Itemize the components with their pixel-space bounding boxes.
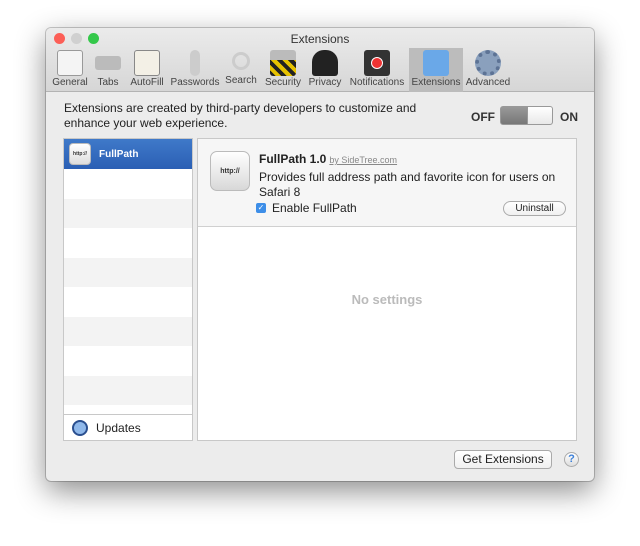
tab-tabs[interactable]: Tabs [93,48,123,92]
list-item[interactable]: http:// FullPath [64,139,192,169]
extension-title: FullPath 1.0 by SideTree.com [259,152,398,166]
tab-advanced[interactable]: Advanced [465,48,511,92]
tab-label: Notifications [349,77,405,88]
tab-label: Search [225,75,257,86]
updates-button[interactable]: Updates [64,414,192,440]
title-bar: Extensions General Tabs AutoFill Passwor… [46,28,594,92]
get-extensions-button[interactable]: Get Extensions [454,450,552,469]
lock-icon [270,50,296,76]
tab-label: Advanced [465,77,511,88]
extensions-list: http:// FullPath Updates [63,138,193,441]
developer-link[interactable]: by SideTree.com [329,155,397,165]
window-title: Extensions [290,32,350,46]
enable-label[interactable]: Enable FullPath [272,201,357,215]
tab-label: Privacy [308,77,342,88]
no-settings-text: No settings [351,292,423,307]
tab-extensions[interactable]: Extensions [409,48,463,92]
autofill-icon [134,50,160,76]
enable-checkbox[interactable]: ✓ [256,203,266,213]
puzzle-icon [423,50,449,76]
tab-autofill[interactable]: AutoFill [127,48,167,92]
notifications-icon [364,50,390,76]
updates-label: Updates [96,420,141,435]
tab-label: AutoFill [130,77,164,88]
tab-label: Extensions [411,77,461,88]
extension-icon: http:// [69,143,91,165]
tab-label: Tabs [97,77,119,88]
search-icon [232,52,250,70]
updates-icon [72,419,88,436]
tabs-icon [95,56,121,70]
extension-header: http:// FullPath 1.0 by SideTree.com Prov… [198,139,576,227]
extensions-toggle[interactable] [500,106,553,125]
person-icon [312,50,338,76]
help-button[interactable]: ? [564,452,579,467]
tab-notifications[interactable]: Notifications [347,48,407,92]
tab-security[interactable]: Security [262,48,304,92]
tab-passwords[interactable]: Passwords [169,48,221,92]
toggle-off-label: OFF [471,110,495,124]
key-icon [190,50,200,76]
tab-search[interactable]: Search [223,48,259,92]
uninstall-button[interactable]: Uninstall [503,201,566,216]
tab-label: Passwords [170,77,220,88]
extension-name: FullPath [99,148,139,160]
tab-label: General [52,77,88,88]
gear-icon [475,50,501,76]
intro-text: Extensions are created by third-party de… [64,101,417,130]
tab-general[interactable]: General [50,48,90,92]
extension-detail: http:// FullPath 1.0 by SideTree.com Prov… [197,138,577,441]
extension-description: Provides full address path and favorite … [259,170,556,199]
preferences-window: Extensions General Tabs AutoFill Passwor… [46,28,594,481]
general-icon [57,50,83,76]
toggle-on-label: ON [560,110,578,124]
tab-privacy[interactable]: Privacy [306,48,344,92]
tab-label: Security [264,77,302,88]
extension-large-icon: http:// [210,151,250,191]
